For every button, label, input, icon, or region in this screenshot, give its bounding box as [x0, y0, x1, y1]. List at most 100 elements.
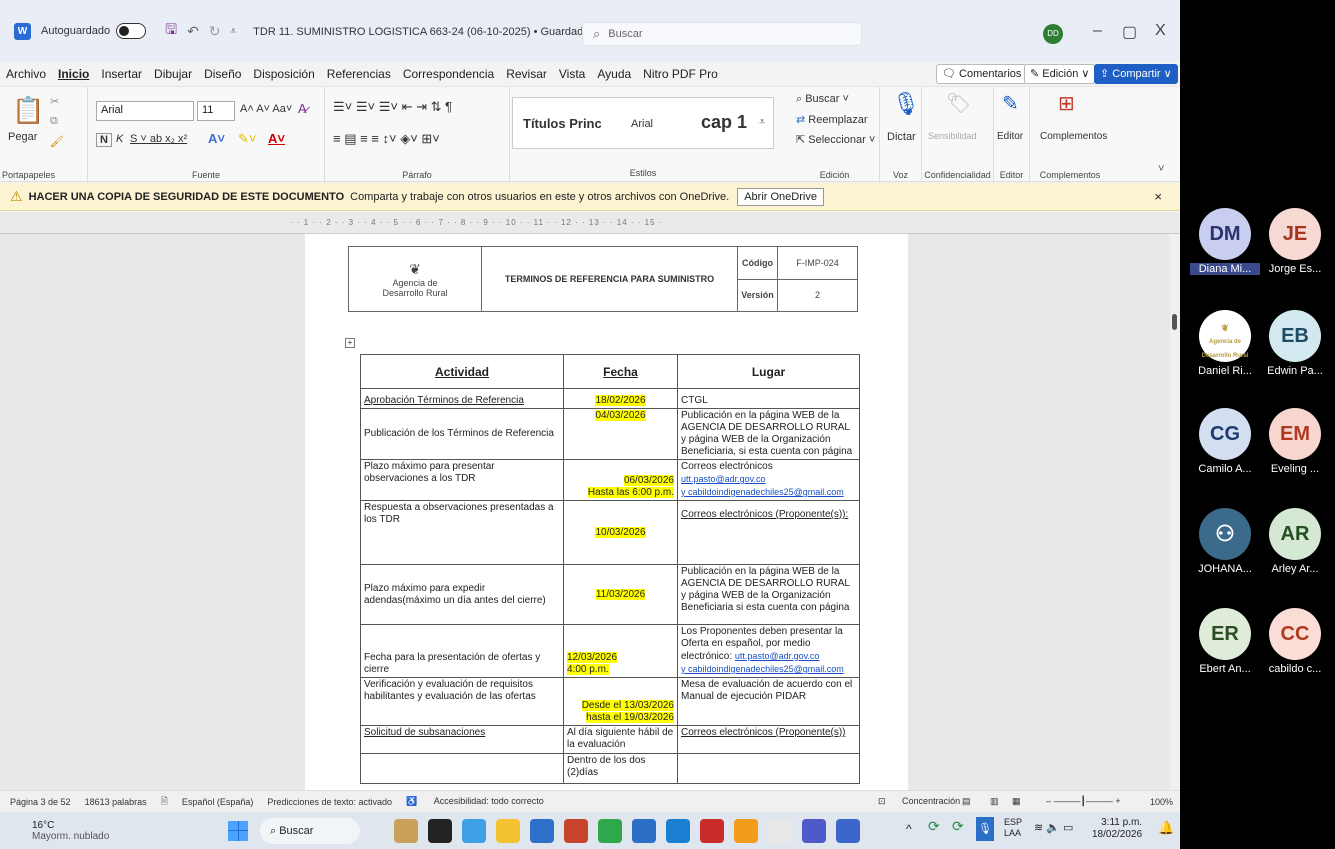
menu-ayuda[interactable]: Ayuda [597, 67, 631, 81]
outlook-icon[interactable] [836, 818, 860, 843]
table-move-handle-icon[interactable]: + [345, 338, 355, 348]
customize-qat-icon[interactable]: ⩡ [231, 26, 237, 37]
addins-button[interactable]: Complementos [1040, 131, 1107, 142]
cut-icon[interactable]: ✂ [50, 95, 59, 108]
close-button[interactable]: X [1155, 22, 1166, 40]
text-effects-icon[interactable]: A˅ [208, 131, 225, 146]
font-size-select[interactable]: 11 [197, 101, 235, 121]
menu-referencias[interactable]: Referencias [327, 67, 391, 81]
app-icon[interactable] [394, 818, 418, 843]
word-count[interactable]: 18613 palabras [85, 797, 147, 807]
participant-tile[interactable]: ⚇ JOHANA... [1190, 508, 1260, 575]
notification-icon[interactable]: 🔔 [1158, 820, 1174, 836]
menu-archivo[interactable]: Archivo [6, 67, 46, 81]
wifi-icon[interactable]: ≋ 🔈 ▭ [1034, 821, 1073, 834]
task-view-icon[interactable] [428, 818, 452, 843]
participant-tile[interactable]: CC cabildo c... [1260, 608, 1330, 675]
notepad-icon[interactable] [768, 818, 792, 843]
mcafee-icon[interactable] [700, 818, 724, 843]
format-painter-icon[interactable]: 🖌 [50, 135, 64, 148]
grow-font-icon[interactable]: A˄ A˅ Aa˅ [240, 103, 292, 115]
proofing-icon[interactable]: 🗎 [161, 794, 168, 810]
whatsapp-icon[interactable] [598, 818, 622, 843]
save-icon[interactable]: 🖫 [165, 19, 177, 43]
menu-diseno[interactable]: Diseño [204, 67, 241, 81]
tray-app-icon-2[interactable]: ⟳ [952, 818, 964, 835]
comments-button[interactable]: 🗨 Comentarios [936, 64, 1028, 84]
taskbar-search[interactable]: ⌕ Buscar [260, 817, 360, 844]
tray-app-icon[interactable]: ⟳ [928, 818, 940, 835]
email-link-2[interactable]: y cabildoindigenadechiles25@gmail.com [681, 487, 844, 497]
tray-mic-icon[interactable]: 🎙 [976, 817, 994, 841]
italic-button[interactable]: K [116, 133, 123, 145]
teams-icon[interactable] [632, 818, 656, 843]
clear-format-icon[interactable]: A̷ [298, 101, 307, 116]
redo-icon[interactable]: ↻ [209, 23, 221, 40]
email-link[interactable]: utt.pasto@adr.gov.co [735, 651, 820, 661]
start-button[interactable] [228, 820, 248, 841]
document-title[interactable]: TDR 11. SUMINISTRO LOGISTICA 663-24 (06-… [253, 25, 600, 38]
email-link-2[interactable]: y cabildoindigenadechiles25@gmail.com [681, 664, 844, 674]
paste-icon[interactable]: 📋 [12, 95, 44, 126]
weather-widget[interactable]: 16°C Mayorm. nublado [32, 820, 152, 842]
microphone-icon[interactable]: 🎙 [892, 91, 920, 117]
bullets-icon[interactable]: ☰˅ ☰˅ ☰˅ ⇤ ⇥ ⇅ ¶ [333, 99, 452, 115]
participant-tile[interactable]: AR Arley Ar... [1260, 508, 1330, 575]
web-layout-icon[interactable]: ▦ [1012, 796, 1021, 807]
word-app-icon[interactable] [530, 818, 554, 843]
menu-disposicion[interactable]: Disposición [253, 67, 314, 81]
teams-meeting-icon[interactable] [802, 818, 826, 843]
tray-chevron-icon[interactable]: ^ [906, 822, 912, 836]
edit-mode-button[interactable]: ✎ Edición ∨ [1024, 64, 1096, 84]
menu-correspondencia[interactable]: Correspondencia [403, 67, 494, 81]
menu-nitro[interactable]: Nitro PDF Pro [643, 67, 718, 81]
menu-revisar[interactable]: Revisar [506, 67, 547, 81]
autosave-toggle[interactable] [116, 23, 147, 39]
document-page[interactable]: ❦ Agencia de Desarrollo Rural TERMINOS D… [305, 234, 908, 790]
predictions-status[interactable]: Predicciones de texto: activado [267, 797, 392, 807]
menu-dibujar[interactable]: Dibujar [154, 67, 192, 81]
scroll-thumb[interactable] [1172, 314, 1177, 330]
font-color-icon[interactable]: A˅ [268, 131, 285, 146]
collapse-ribbon-icon[interactable]: ˅ [1158, 163, 1164, 175]
page-count[interactable]: Página 3 de 52 [10, 797, 71, 807]
styles-more-icon[interactable]: ⩡ [759, 116, 765, 129]
menu-vista[interactable]: Vista [559, 67, 585, 81]
paste-button[interactable]: Pegar [8, 131, 37, 143]
align-icon[interactable]: ≡ ▤ ≡ ≡ ↕˅ ◈˅ ⊞˅ [333, 131, 440, 147]
language-status[interactable]: Español (España) [182, 797, 254, 807]
notice-close-icon[interactable]: × [1154, 189, 1162, 204]
chrome-icon[interactable] [734, 818, 758, 843]
underline-button[interactable]: S ˅ ab x₂ x² [130, 133, 187, 145]
share-button[interactable]: ⇪ Compartir ∨ [1094, 64, 1178, 84]
style-arial[interactable]: Arial [631, 118, 653, 130]
user-avatar[interactable]: DD [1043, 24, 1063, 44]
restore-button[interactable]: ▢ [1122, 22, 1137, 42]
menu-insertar[interactable]: Insertar [101, 67, 142, 81]
editor-button[interactable]: Editor [997, 131, 1023, 142]
addins-icon[interactable]: ⊞ [1058, 91, 1075, 116]
find-button[interactable]: ⌕ Buscar ˅ [796, 93, 849, 106]
vertical-scrollbar[interactable] [1170, 234, 1180, 790]
print-layout-icon[interactable]: ▥ [990, 796, 999, 807]
accessibility-status[interactable]: ♿ Accesibilidad: todo correcto [406, 796, 558, 807]
participant-tile[interactable]: CG Camilo A... [1190, 408, 1260, 475]
editor-icon[interactable]: ✎ [1002, 91, 1019, 116]
search-input[interactable]: ⌕ Buscar [582, 22, 862, 46]
participant-tile[interactable]: EB Edwin Pa... [1260, 310, 1330, 377]
powerpoint-app-icon[interactable] [564, 818, 588, 843]
replace-button[interactable]: ⇄ Reemplazar [796, 113, 868, 126]
participant-tile[interactable]: ER Ebert An... [1190, 608, 1260, 675]
clock[interactable]: 3:11 p.m. 18/02/2026 [1092, 817, 1142, 841]
edge-icon[interactable] [666, 818, 690, 843]
zoom-slider[interactable]: – ———┃——— + [1046, 796, 1121, 807]
file-explorer-icon[interactable] [496, 818, 520, 843]
horizontal-ruler[interactable]: · · 1 · · 2 · · 3 · · 4 · · 5 · · 6 · · … [0, 212, 1180, 234]
copy-icon[interactable]: ⧉ [50, 115, 58, 128]
bold-button[interactable]: N [96, 133, 112, 147]
open-onedrive-button[interactable]: Abrir OneDrive [737, 187, 824, 206]
email-link[interactable]: utt.pasto@adr.gov.co [681, 474, 766, 484]
style-titulos-princ[interactable]: Títulos Princ [523, 116, 602, 131]
focus-button[interactable]: ⊡ Concentración [878, 796, 974, 807]
undo-icon[interactable]: ↶ [187, 23, 199, 40]
